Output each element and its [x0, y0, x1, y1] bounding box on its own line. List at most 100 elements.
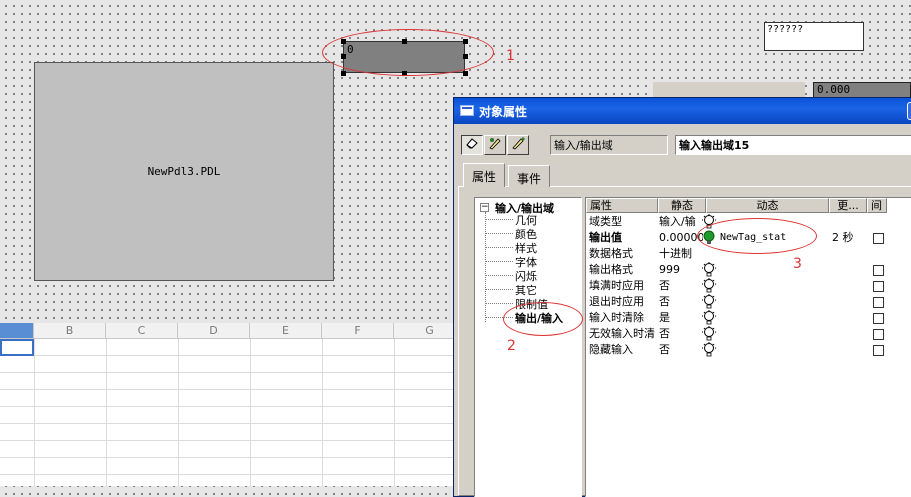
sheet-row[interactable]	[0, 441, 460, 458]
column-header-d[interactable]: D	[178, 323, 250, 339]
annotation-ellipse-2	[503, 302, 583, 336]
eraser-icon[interactable]	[461, 135, 483, 155]
column-header-e[interactable]: E	[250, 323, 322, 339]
resize-handle-bottom-left[interactable]	[341, 71, 346, 76]
update-cycle[interactable]	[832, 214, 866, 230]
update-cycle[interactable]: 2 秒	[832, 230, 866, 246]
pdl-picture-window[interactable]: NewPdl3.PDL	[34, 62, 334, 281]
column-header-g[interactable]: G	[394, 323, 460, 339]
column-header-f[interactable]: F	[322, 323, 394, 339]
grid-header-property[interactable]: 属性	[586, 198, 658, 213]
object-properties-dialog[interactable]: 对象属性 输入/输出域 输入输出域15 属性 事件 − 输入/输出域 几何 颜色…	[453, 97, 911, 497]
window-icon	[460, 105, 474, 116]
background-panel	[653, 82, 805, 98]
sheet-row[interactable]	[0, 390, 460, 407]
static-value[interactable]: 输入/输	[659, 214, 703, 230]
dynamic-lightbulb-icon[interactable]	[702, 310, 716, 325]
sheet-row[interactable]	[0, 458, 460, 475]
indirect-checkbox[interactable]	[873, 329, 884, 340]
indirect-checkbox[interactable]	[873, 265, 884, 276]
static-value[interactable]: 否	[659, 294, 703, 310]
sheet-row[interactable]	[0, 373, 460, 390]
property-name: 数据格式	[589, 247, 633, 260]
active-cell[interactable]	[0, 339, 34, 356]
tree-connector	[485, 247, 513, 248]
property-row[interactable]: 退出时应用 否	[586, 294, 911, 310]
pdl-picture-label: NewPdl3.PDL	[147, 165, 221, 178]
resize-handle-bottom-right[interactable]	[463, 71, 468, 76]
update-cycle[interactable]	[832, 294, 866, 310]
annotation-number-2: 2	[507, 338, 516, 354]
static-value[interactable]: 是	[659, 310, 703, 326]
dynamic-lightbulb-icon[interactable]	[702, 278, 716, 293]
annotation-number-3: 3	[793, 256, 802, 272]
tree-connector	[485, 289, 513, 290]
update-cycle[interactable]	[832, 342, 866, 358]
sheet-row[interactable]	[0, 407, 460, 424]
static-value[interactable]: 否	[659, 326, 703, 342]
property-name: 输出值	[589, 231, 622, 244]
property-row[interactable]: 隐藏输入 否	[586, 342, 911, 358]
tree-connector	[485, 212, 486, 322]
dialog-titlebar[interactable]: 对象属性	[454, 98, 911, 124]
static-text-value: ??????	[767, 24, 804, 35]
spreadsheet-area[interactable]: B C D E F G	[0, 323, 460, 486]
static-value[interactable]: 999	[659, 262, 703, 278]
tree-connector	[485, 261, 513, 262]
sheet-row[interactable]	[0, 424, 460, 441]
tree-connector	[485, 303, 513, 304]
dynamic-value[interactable]	[720, 326, 826, 342]
output-value-field[interactable]: 0.000	[813, 82, 911, 98]
object-name-input[interactable]: 输入输出域15	[675, 135, 911, 155]
dynamic-value[interactable]	[720, 278, 826, 294]
tab-events[interactable]: 事件	[508, 165, 551, 187]
property-row[interactable]: 填满时应用 否	[586, 278, 911, 294]
update-cycle[interactable]	[832, 262, 866, 278]
property-row[interactable]: 输出格式 999	[586, 262, 911, 278]
indirect-checkbox[interactable]	[873, 281, 884, 292]
dynamic-value[interactable]	[720, 262, 826, 278]
tab-properties[interactable]: 属性	[463, 163, 506, 187]
update-cycle[interactable]	[832, 326, 866, 342]
dynamic-value[interactable]	[720, 310, 826, 326]
annotation-number-1: 1	[506, 48, 515, 64]
dynamic-lightbulb-icon[interactable]	[702, 342, 716, 357]
grid-header-update[interactable]: 更...	[829, 198, 867, 213]
pin-pencil-icon[interactable]	[484, 135, 506, 155]
sheet-row[interactable]	[0, 339, 460, 356]
indirect-checkbox[interactable]	[873, 233, 884, 244]
property-row[interactable]: 无效输入时清否	[586, 326, 911, 342]
static-value[interactable]: 否	[659, 342, 703, 358]
static-value[interactable]: 十进制	[659, 246, 703, 262]
static-text-object[interactable]: ??????	[764, 22, 864, 51]
update-cycle[interactable]	[832, 310, 866, 326]
dynamic-lightbulb-icon[interactable]	[702, 326, 716, 341]
property-row[interactable]: 输入时清除 是	[586, 310, 911, 326]
dynamic-lightbulb-icon[interactable]	[702, 294, 716, 309]
static-value[interactable]: 否	[659, 278, 703, 294]
property-name: 退出时应用	[589, 295, 644, 308]
pencil-icon[interactable]	[507, 135, 529, 155]
column-header-a[interactable]	[0, 323, 34, 339]
property-name: 填满时应用	[589, 279, 644, 292]
dynamic-lightbulb-icon[interactable]	[702, 262, 716, 277]
dynamic-value[interactable]	[720, 342, 826, 358]
update-cycle[interactable]	[832, 278, 866, 294]
indirect-checkbox[interactable]	[873, 345, 884, 356]
dynamic-value[interactable]	[720, 294, 826, 310]
dialog-title: 对象属性	[479, 105, 528, 119]
property-name: 隐藏输入	[589, 343, 633, 356]
property-tree[interactable]: − 输入/输出域 几何 颜色 样式 字体 闪烁 其它 限制值 输出/输入 2	[474, 197, 583, 497]
indirect-checkbox[interactable]	[873, 297, 884, 308]
tree-connector	[485, 275, 513, 276]
grid-header-static[interactable]: 静态	[658, 198, 706, 213]
update-cycle[interactable]	[832, 246, 866, 262]
column-header-b[interactable]: B	[34, 323, 106, 339]
grid-header-indirect[interactable]: 间	[867, 198, 887, 213]
close-button[interactable]	[907, 102, 911, 120]
collapse-icon[interactable]: −	[480, 203, 489, 212]
sheet-row[interactable]	[0, 356, 460, 373]
indirect-checkbox[interactable]	[873, 313, 884, 324]
column-header-c[interactable]: C	[106, 323, 178, 339]
grid-header-dynamic[interactable]: 动态	[706, 198, 829, 213]
